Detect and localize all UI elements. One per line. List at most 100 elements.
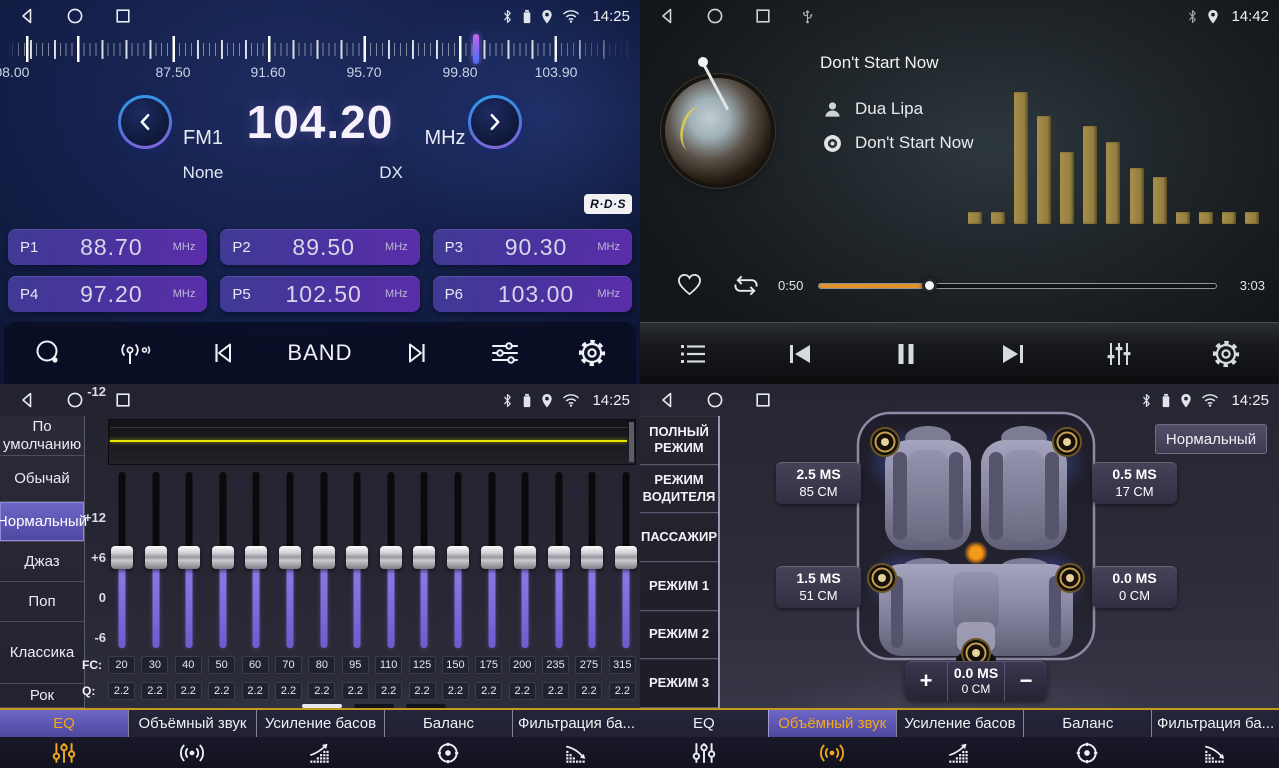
playlist-button[interactable]: [670, 341, 716, 367]
favorite-button[interactable]: [676, 272, 703, 302]
fc-value-chip[interactable]: 315: [609, 656, 636, 674]
seek-bar[interactable]: [818, 283, 1217, 289]
nav-recents-icon[interactable]: [754, 391, 772, 409]
eq-band-slider[interactable]: [144, 472, 168, 652]
eq-band-slider[interactable]: [614, 472, 638, 652]
eq-preset-item[interactable]: Джаз: [0, 542, 84, 582]
listening-mode-item[interactable]: ПОЛНЫЙ РЕЖИМ: [640, 416, 718, 465]
equalizer-button[interactable]: [1096, 340, 1142, 368]
q-value-chip[interactable]: 2.2: [409, 682, 436, 700]
slider-thumb[interactable]: [380, 546, 402, 569]
tune-up-button[interactable]: [468, 95, 522, 149]
q-value-chip[interactable]: 2.2: [542, 682, 569, 700]
fc-value-chip[interactable]: 60: [242, 656, 269, 674]
fc-value-chip[interactable]: 95: [342, 656, 369, 674]
pause-button[interactable]: [883, 342, 929, 366]
broadcast-button[interactable]: [112, 338, 158, 368]
q-value-chip[interactable]: 2.2: [509, 682, 536, 700]
eq-preset-item[interactable]: Рок: [0, 684, 84, 708]
fc-value-chip[interactable]: 150: [442, 656, 469, 674]
tab-surround[interactable]: Объёмный звук: [128, 710, 256, 768]
fc-value-chip[interactable]: 80: [308, 656, 335, 674]
fc-value-chip[interactable]: 235: [542, 656, 569, 674]
preset-button[interactable]: P6 103.00 MHz: [433, 276, 632, 312]
preset-button[interactable]: P4 97.20 MHz: [8, 276, 207, 312]
nav-recents-icon[interactable]: [114, 391, 132, 409]
q-value-chip[interactable]: 2.2: [609, 682, 636, 700]
nav-back-icon[interactable]: [18, 391, 36, 409]
eq-preset-item[interactable]: Поп: [0, 582, 84, 622]
delay-increase-button[interactable]: +: [905, 661, 947, 701]
q-value-chip[interactable]: 2.2: [141, 682, 168, 700]
q-value-chip[interactable]: 2.2: [342, 682, 369, 700]
tab-bass-boost[interactable]: Усиление басов: [896, 710, 1024, 768]
eq-band-slider[interactable]: [580, 472, 604, 652]
tab-bass-boost[interactable]: Усиление басов: [256, 710, 384, 768]
eq-band-slider[interactable]: [110, 472, 134, 652]
q-value-chip[interactable]: 2.2: [575, 682, 602, 700]
eq-band-slider[interactable]: [412, 472, 436, 652]
previous-track-button[interactable]: [777, 342, 823, 366]
tab-filter[interactable]: Фильтрация ба...: [512, 710, 640, 768]
slider-thumb[interactable]: [245, 546, 267, 569]
slider-thumb[interactable]: [581, 546, 603, 569]
eq-band-slider[interactable]: [177, 472, 201, 652]
fc-value-chip[interactable]: 110: [375, 656, 402, 674]
q-value-chip[interactable]: 2.2: [442, 682, 469, 700]
delay-rear-right[interactable]: 0.0 MS 0 CM: [1092, 566, 1177, 608]
eq-band-slider[interactable]: [480, 472, 504, 652]
tab-eq[interactable]: EQ: [640, 710, 768, 768]
fc-value-chip[interactable]: 40: [175, 656, 202, 674]
delay-decrease-button[interactable]: −: [1005, 661, 1047, 701]
preset-button[interactable]: P1 88.70 MHz: [8, 229, 207, 265]
q-value-chip[interactable]: 2.2: [308, 682, 335, 700]
next-track-button[interactable]: [990, 342, 1036, 366]
settings-button[interactable]: [569, 337, 615, 369]
fc-value-chip[interactable]: 125: [409, 656, 436, 674]
delay-front-left[interactable]: 2.5 MS 85 CM: [776, 462, 861, 504]
nav-recents-icon[interactable]: [754, 7, 772, 25]
q-value-chip[interactable]: 2.2: [208, 682, 235, 700]
slider-thumb[interactable]: [413, 546, 435, 569]
eq-band-slider[interactable]: [244, 472, 268, 652]
slider-thumb[interactable]: [178, 546, 200, 569]
eq-band-slider[interactable]: [211, 472, 235, 652]
q-value-chip[interactable]: 2.2: [275, 682, 302, 700]
preset-button[interactable]: P3 90.30 MHz: [433, 229, 632, 265]
sound-profile-button[interactable]: Нормальный: [1155, 424, 1267, 454]
slider-thumb[interactable]: [346, 546, 368, 569]
eq-band-slider[interactable]: [513, 472, 537, 652]
q-value-chip[interactable]: 2.2: [475, 682, 502, 700]
fc-value-chip[interactable]: 70: [275, 656, 302, 674]
slider-thumb[interactable]: [111, 546, 133, 569]
listening-mode-item[interactable]: РЕЖИМ 2: [640, 611, 718, 660]
eq-band-slider[interactable]: [312, 472, 336, 652]
listening-mode-item[interactable]: РЕЖИМ ВОДИТЕЛЯ: [640, 465, 718, 514]
tab-filter[interactable]: Фильтрация ба...: [1151, 710, 1279, 768]
eq-band-slider[interactable]: [547, 472, 571, 652]
fc-value-chip[interactable]: 50: [208, 656, 235, 674]
preset-button[interactable]: P5 102.50 MHz: [220, 276, 419, 312]
q-value-chip[interactable]: 2.2: [375, 682, 402, 700]
tab-balance[interactable]: Баланс: [384, 710, 512, 768]
nav-home-icon[interactable]: [66, 391, 84, 409]
slider-thumb[interactable]: [615, 546, 637, 569]
fc-value-chip[interactable]: 20: [108, 656, 135, 674]
slider-thumb[interactable]: [514, 546, 536, 569]
slider-thumb[interactable]: [447, 546, 469, 569]
nav-home-icon[interactable]: [66, 7, 84, 25]
fc-value-chip[interactable]: 175: [475, 656, 502, 674]
eq-preset-item[interactable]: Обычай: [0, 456, 84, 502]
eq-band-slider[interactable]: [278, 472, 302, 652]
eq-band-slider[interactable]: [345, 472, 369, 652]
tab-surround[interactable]: Объёмный звук: [768, 710, 896, 768]
repeat-button[interactable]: [730, 272, 762, 304]
eq-preset-item[interactable]: По умолчанию: [0, 416, 84, 456]
eq-preset-item[interactable]: Классика: [0, 622, 84, 684]
listening-mode-item[interactable]: РЕЖИМ 1: [640, 562, 718, 611]
eq-preset-item[interactable]: Нормальный: [0, 502, 84, 542]
fc-value-chip[interactable]: 275: [575, 656, 602, 674]
audio-settings-button[interactable]: [482, 338, 528, 368]
delay-front-right[interactable]: 0.5 MS 17 CM: [1092, 462, 1177, 504]
listening-mode-item[interactable]: ПАССАЖИР: [640, 513, 718, 562]
